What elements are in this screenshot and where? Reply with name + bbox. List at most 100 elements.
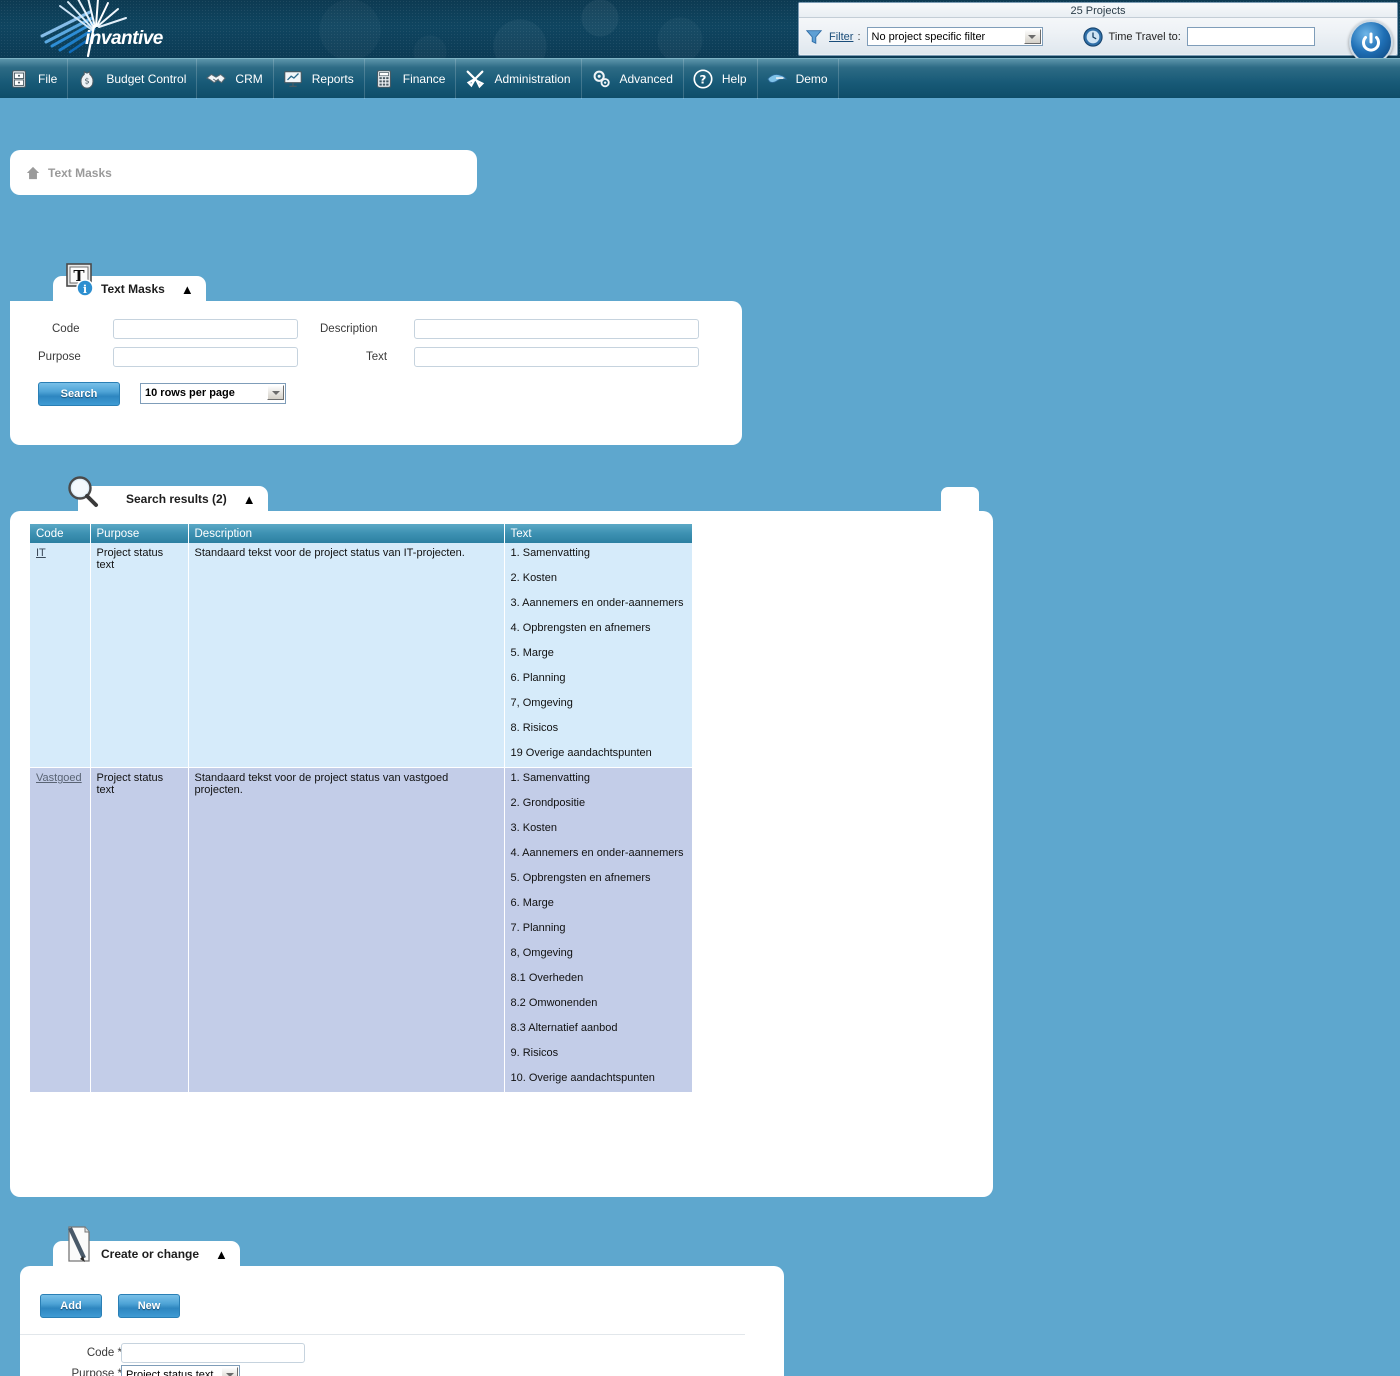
- search-text-input[interactable]: [414, 347, 699, 367]
- menu-item-finance[interactable]: Finance: [365, 59, 457, 99]
- chevron-down-icon[interactable]: [267, 385, 284, 400]
- new-button[interactable]: New: [118, 1294, 180, 1318]
- text-line: 8.1 Overheden: [511, 972, 686, 984]
- menu-label: Demo: [796, 72, 828, 86]
- cell-description: Standaard tekst voor de project status v…: [188, 543, 504, 768]
- search-description-input[interactable]: [414, 319, 699, 339]
- panel-title: Text Masks: [101, 282, 165, 296]
- menu-label: File: [38, 72, 57, 86]
- magnifier-icon: [62, 472, 102, 512]
- text-line: 8. Risicos: [511, 722, 686, 734]
- menu-item-administration[interactable]: Administration: [456, 59, 581, 99]
- menu-item-advanced[interactable]: Advanced: [582, 59, 684, 99]
- svg-text:$: $: [85, 75, 90, 85]
- time-travel-label: Time Travel to:: [1109, 31, 1181, 43]
- column-header-code[interactable]: Code: [30, 524, 90, 543]
- table-row[interactable]: Vastgoed Project status text Standaard t…: [30, 768, 692, 1093]
- code-link[interactable]: IT: [36, 547, 46, 559]
- search-button[interactable]: Search: [38, 382, 120, 406]
- text-line: 10. Overige aandachtspunten: [511, 1072, 686, 1084]
- filter-link[interactable]: Filter: [829, 31, 853, 43]
- text-line: 8.2 Omwonenden: [511, 997, 686, 1009]
- cell-code[interactable]: IT: [30, 543, 90, 768]
- home-icon: [26, 166, 40, 180]
- breadcrumb: Text Masks: [10, 150, 477, 195]
- filter-colon: :: [857, 31, 860, 43]
- cell-code[interactable]: Vastgoed: [30, 768, 90, 1093]
- chevron-up-icon[interactable]: ▲: [181, 282, 194, 297]
- search-results-table: Code Purpose Description Text IT Project…: [30, 524, 693, 1093]
- power-button-icon[interactable]: [1349, 20, 1393, 58]
- text-masks-panel-tab[interactable]: T i Text Masks ▲: [53, 276, 206, 302]
- code-link[interactable]: Vastgoed: [36, 772, 82, 784]
- create-purpose-label: Purpose *: [56, 1368, 122, 1376]
- project-filter-value: No project specific filter: [872, 31, 986, 43]
- cell-description: Standaard tekst voor de project status v…: [188, 768, 504, 1093]
- cell-text: 1. Samenvatting 2. Kosten 3. Aannemers e…: [504, 543, 692, 768]
- breadcrumb-label: Text Masks: [48, 166, 112, 180]
- divider: [20, 1334, 745, 1335]
- time-travel-input[interactable]: [1187, 27, 1315, 46]
- search-code-input[interactable]: [113, 319, 298, 339]
- text-line: 6. Marge: [511, 897, 686, 909]
- rows-per-page-select[interactable]: 10 rows per page: [140, 383, 286, 404]
- text-line: 7, Omgeving: [511, 697, 686, 709]
- menu-label: Help: [722, 72, 747, 86]
- panel-title: Search results (2): [126, 492, 227, 506]
- column-header-description[interactable]: Description: [188, 524, 504, 543]
- create-purpose-select[interactable]: Project status text: [121, 1365, 240, 1376]
- text-line: 4. Opbrengsten en afnemers: [511, 622, 686, 634]
- menu-item-file[interactable]: File: [0, 59, 68, 99]
- svg-text:i: i: [83, 283, 87, 296]
- menu-label: Budget Control: [106, 72, 186, 86]
- results-panel-corner-tab[interactable]: [941, 487, 979, 513]
- text-line: 19 Overige aandachtspunten: [511, 747, 686, 759]
- main-menu-bar: File $ Budget Control CRM Reports: [0, 58, 1400, 98]
- app-logo[interactable]: invantive: [30, 0, 230, 58]
- chevron-down-icon[interactable]: [1024, 29, 1041, 44]
- create-or-change-panel-tab[interactable]: Create or change ▲: [53, 1241, 240, 1267]
- search-description-label: Description: [320, 323, 378, 335]
- chevron-up-icon[interactable]: ▲: [243, 492, 256, 507]
- add-button[interactable]: Add: [40, 1294, 102, 1318]
- menu-item-reports[interactable]: Reports: [274, 59, 365, 99]
- menu-label: CRM: [235, 72, 262, 86]
- text-line: 2. Kosten: [511, 572, 686, 584]
- menu-label: Advanced: [620, 72, 673, 86]
- menu-label: Finance: [403, 72, 446, 86]
- menu-item-crm[interactable]: CRM: [197, 59, 273, 99]
- chevron-down-icon[interactable]: [221, 1367, 238, 1376]
- filter-toolbar-panel: 25 Projects Filter : No project specific…: [798, 2, 1398, 56]
- gears-icon: [590, 68, 612, 90]
- text-line: 4. Aannemers en onder-aannemers: [511, 847, 686, 859]
- chevron-up-icon[interactable]: ▲: [215, 1247, 228, 1262]
- app-banner: invantive 25 Projects Filter : No projec…: [0, 0, 1400, 58]
- menu-item-help[interactable]: ? Help: [684, 59, 758, 99]
- text-line: 6. Planning: [511, 672, 686, 684]
- menu-item-demo[interactable]: Demo: [758, 59, 839, 99]
- rows-per-page-value: 10 rows per page: [145, 387, 235, 399]
- table-row[interactable]: IT Project status text Standaard tekst v…: [30, 543, 692, 768]
- search-purpose-input[interactable]: [113, 347, 298, 367]
- funnel-icon: [805, 28, 823, 46]
- create-code-input[interactable]: [121, 1343, 305, 1363]
- menu-item-budget-control[interactable]: $ Budget Control: [68, 59, 197, 99]
- column-header-purpose[interactable]: Purpose: [90, 524, 188, 543]
- search-results-panel: Code Purpose Description Text IT Project…: [10, 511, 993, 1197]
- search-results-panel-tab[interactable]: Search results (2) ▲: [78, 486, 268, 512]
- text-line: 3. Kosten: [511, 822, 686, 834]
- panel-title: Create or change: [101, 1247, 199, 1261]
- presentation-chart-icon: [282, 68, 304, 90]
- file-cabinet-icon: [8, 68, 30, 90]
- cell-text: 1. Samenvatting 2. Grondpositie 3. Koste…: [504, 768, 692, 1093]
- pencil-document-icon: [61, 1225, 95, 1265]
- project-count-label: 25 Projects: [799, 3, 1397, 18]
- handshake-icon: [205, 68, 227, 90]
- tools-wrench-screwdriver-icon: [464, 68, 486, 90]
- text-line: 8.3 Alternatief aanbod: [511, 1022, 686, 1034]
- create-purpose-value: Project status text: [126, 1369, 213, 1376]
- text-masks-search-panel: Code Description Purpose Text Search 10 …: [10, 301, 742, 445]
- column-header-text[interactable]: Text: [504, 524, 692, 543]
- svg-text:?: ?: [699, 72, 706, 86]
- project-filter-select[interactable]: No project specific filter: [867, 27, 1043, 46]
